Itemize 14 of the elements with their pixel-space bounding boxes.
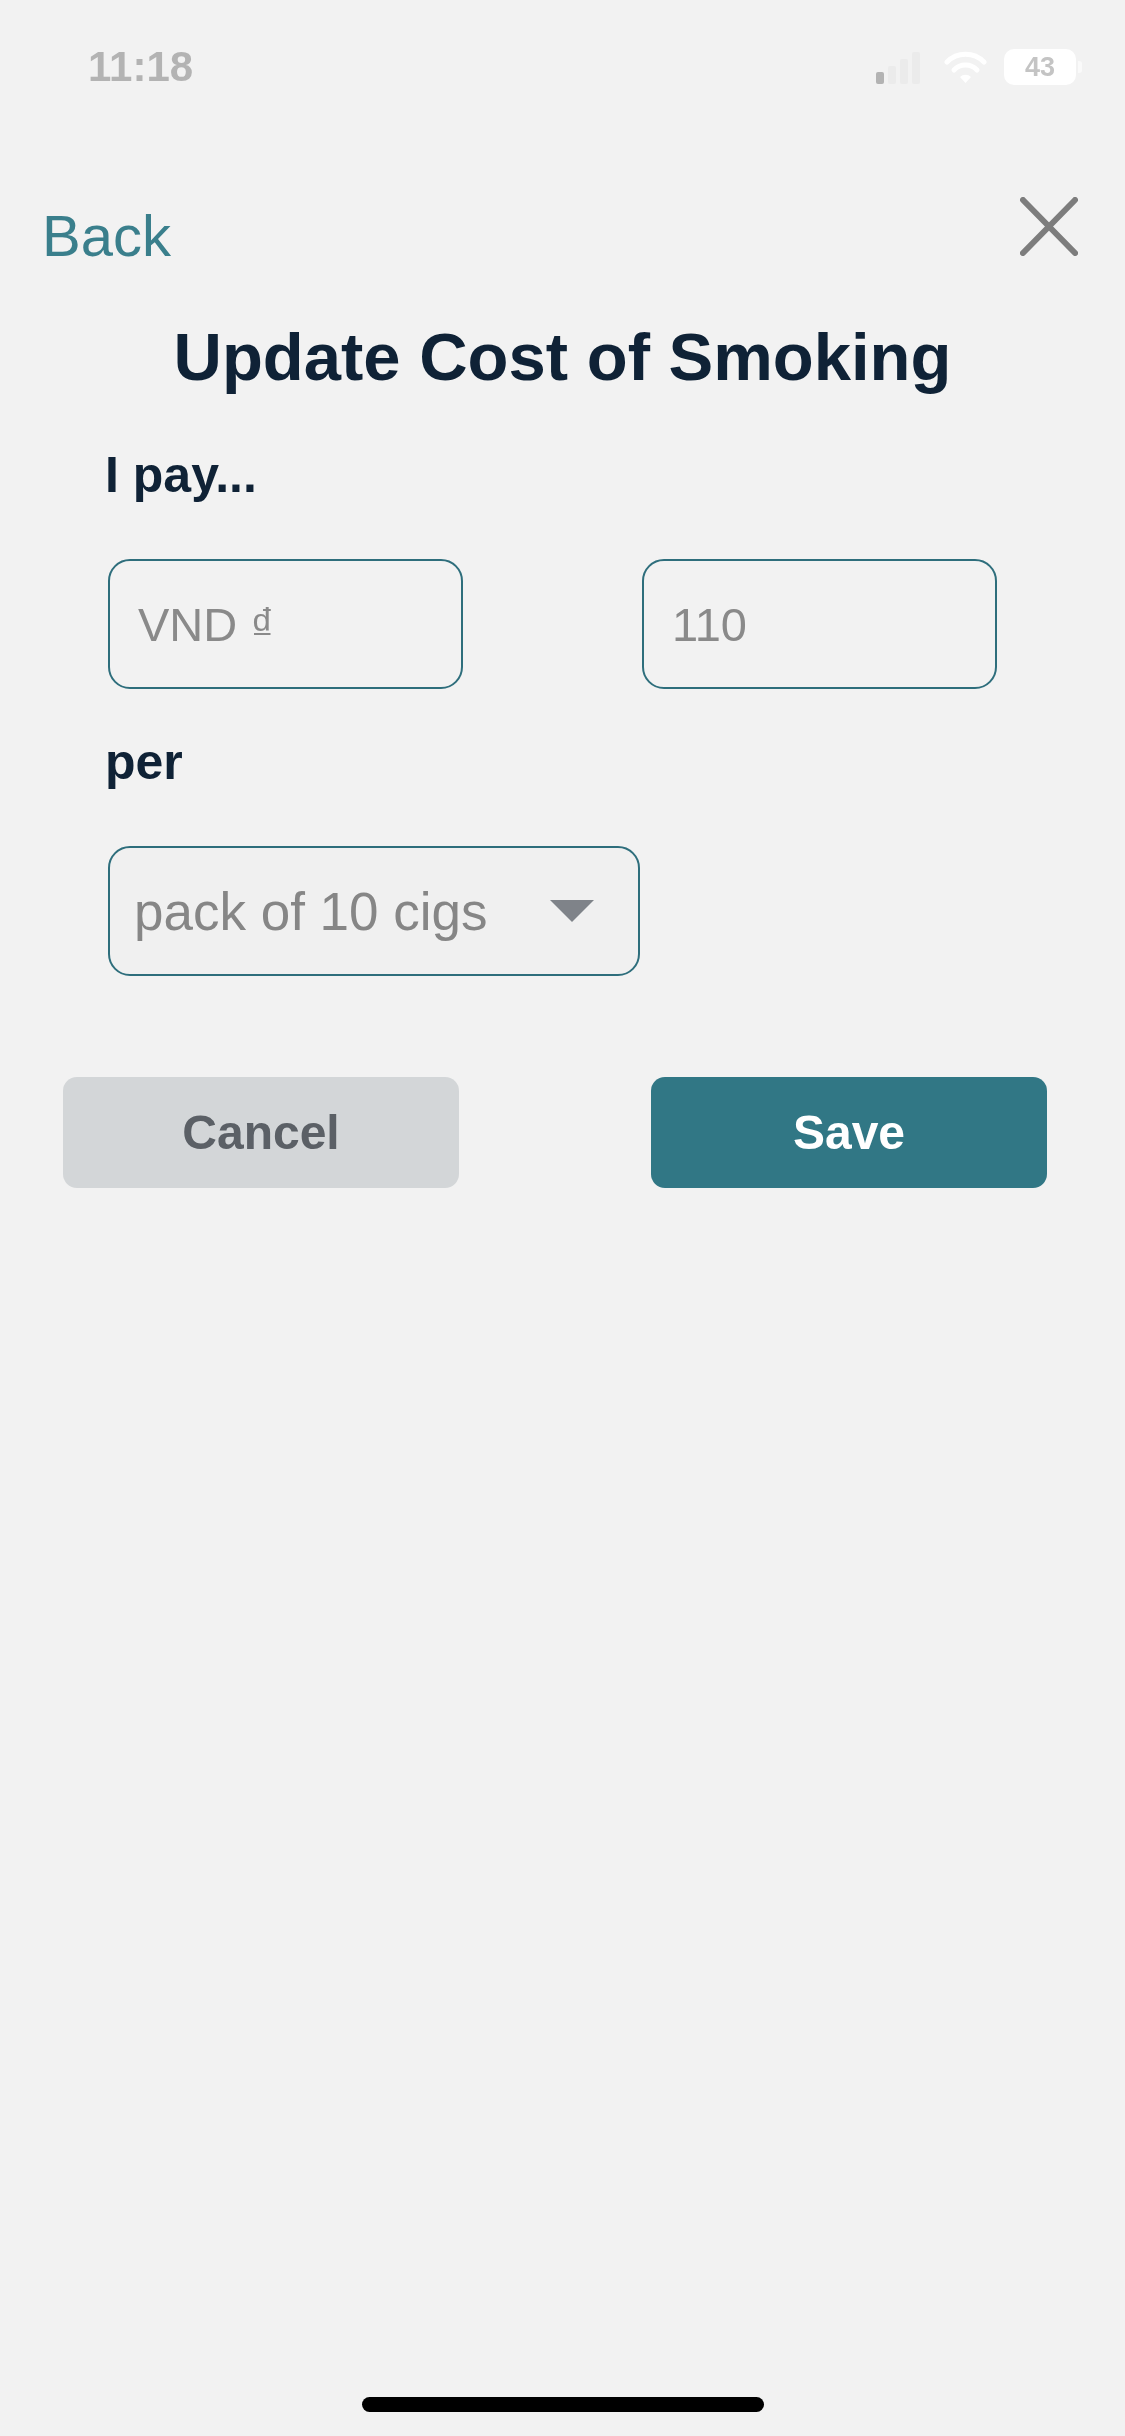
save-button[interactable]: Save [651,1077,1047,1188]
price-label: I pay... [104,447,258,503]
signal-bars-icon [876,50,920,84]
back-link[interactable]: Back [42,204,171,268]
status-time: 11:18 [88,47,194,87]
cancel-button[interactable]: Cancel [63,1077,459,1188]
unit-label: per [104,734,184,790]
amount-field[interactable]: 110 [642,559,997,689]
caret-icon [550,900,594,922]
battery-indicator: 43 [1004,49,1082,85]
page-title: Update Cost of Smoking [172,319,953,395]
unit-select[interactable]: pack of 10 cigs [108,846,640,976]
currency-field[interactable]: VND ₫ [108,559,463,689]
close-icon[interactable] [1020,197,1078,256]
